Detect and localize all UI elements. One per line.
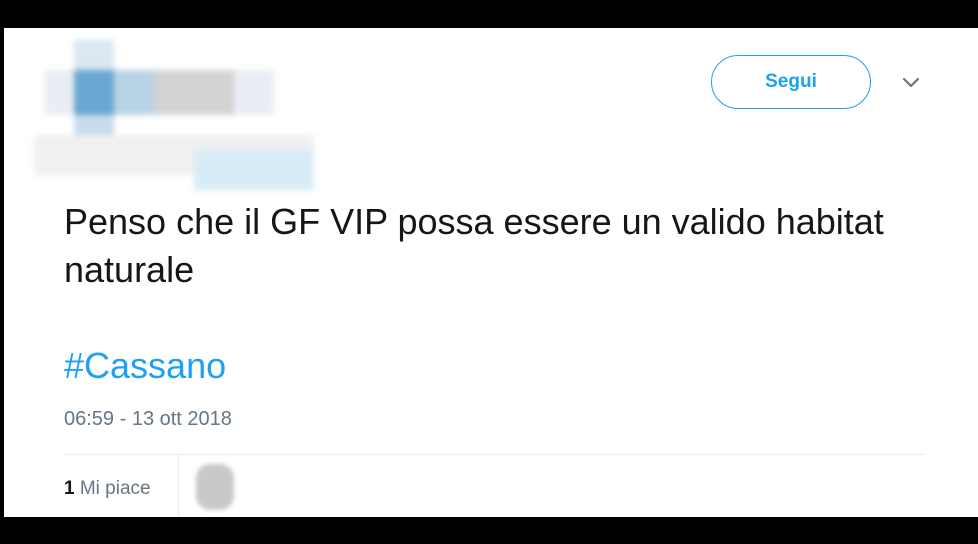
tweet-card: Segui Penso che il GF VIP possa essere u…	[4, 28, 978, 517]
likes-count[interactable]: 1 Mi piace	[64, 478, 151, 500]
vertical-divider	[178, 455, 179, 517]
hashtag-link[interactable]: #Cassano	[64, 342, 226, 390]
blurred-user-header[interactable]	[34, 40, 334, 190]
tweet-text: Penso che il GF VIP possa essere un vali…	[64, 201, 884, 290]
chevron-down-icon[interactable]	[900, 74, 922, 92]
divider	[64, 454, 926, 455]
liker-avatar[interactable]	[196, 464, 234, 510]
follow-button[interactable]: Segui	[711, 55, 871, 109]
likes-label: Mi piace	[79, 478, 151, 499]
likes-number: 1	[64, 478, 75, 499]
tweet-timestamp[interactable]: 06:59 - 13 ott 2018	[64, 408, 232, 431]
